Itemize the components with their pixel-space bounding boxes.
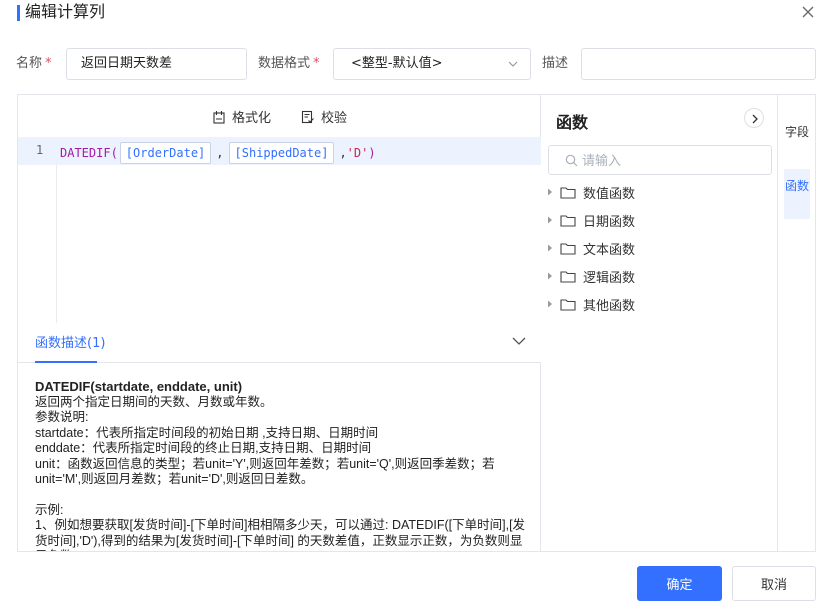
string-token: 'D' bbox=[346, 146, 369, 160]
function-panel: 函数 数值函数 bbox=[541, 95, 777, 551]
title-accent-bar bbox=[17, 5, 20, 21]
separator-token: , bbox=[216, 146, 224, 160]
category-logic-functions[interactable]: 逻辑函数 bbox=[546, 262, 772, 290]
category-label: 文本函数 bbox=[583, 242, 636, 258]
category-label: 其他函数 bbox=[583, 298, 636, 314]
name-label: 名称 * bbox=[16, 56, 52, 71]
function-category-list: 数值函数 日期函数 文本函数 逻辑函数 其他函数 bbox=[546, 178, 772, 318]
tab-fields[interactable]: 字段 bbox=[784, 119, 810, 145]
folder-icon bbox=[560, 214, 576, 227]
folder-icon bbox=[560, 242, 576, 255]
name-input[interactable]: 返回日期天数差 bbox=[66, 48, 247, 80]
example-text: 1、例如想要获取[发货时间]-[下单时间]相相隔多少天，可以通过: DATEDI… bbox=[35, 518, 526, 551]
code-editor[interactable]: 1 DATEDIF( [OrderDate] , [ShippedDate] ,… bbox=[18, 137, 541, 323]
tab-functions[interactable]: 函数 bbox=[784, 169, 810, 219]
description-line: startdate：代表所指定时间段的初始日期 ,支持日期、日期时间 bbox=[35, 425, 379, 440]
function-search[interactable] bbox=[548, 145, 772, 175]
caret-right-icon bbox=[548, 272, 552, 280]
format-select[interactable]: <整型-默认值> bbox=[333, 48, 531, 80]
format-code-label: 格式化 bbox=[232, 111, 272, 126]
chevron-right-icon bbox=[752, 114, 758, 124]
required-mark: * bbox=[313, 56, 320, 71]
required-mark: * bbox=[45, 56, 52, 71]
format-icon bbox=[213, 110, 225, 124]
function-panel-title: 函数 bbox=[556, 113, 589, 132]
description-line: unit：函数返回信息的类型；若unit='Y',则返回年差数；若unit='Q… bbox=[35, 456, 495, 487]
format-label: 数据格式 * bbox=[258, 56, 320, 71]
verify-icon bbox=[301, 110, 314, 123]
confirm-button[interactable]: 确定 bbox=[637, 566, 722, 601]
close-icon bbox=[802, 6, 814, 18]
verify-button[interactable]: 校验 bbox=[301, 107, 347, 126]
formula-code: DATEDIF( [OrderDate] , [ShippedDate] , '… bbox=[60, 142, 376, 164]
verify-label: 校验 bbox=[321, 111, 348, 126]
function-signature: DATEDIF(startdate, enddate, unit) bbox=[35, 379, 243, 394]
formula-editor-pane: 格式化 校验 1 DATEDIF( [OrderDate] , [Shipped… bbox=[18, 95, 541, 551]
cancel-button[interactable]: 取消 bbox=[732, 566, 816, 601]
folder-icon bbox=[560, 298, 576, 311]
code-line[interactable]: 1 DATEDIF( [OrderDate] , [ShippedDate] ,… bbox=[18, 137, 541, 165]
description-line: 参数说明: bbox=[35, 410, 89, 424]
close-button[interactable] bbox=[800, 4, 816, 20]
function-search-input[interactable] bbox=[582, 150, 762, 172]
format-code-button[interactable]: 格式化 bbox=[212, 107, 271, 126]
field-token-order-date[interactable]: [OrderDate] bbox=[119, 142, 212, 164]
caret-right-icon bbox=[548, 188, 552, 196]
field-token-shipped-date[interactable]: [ShippedDate] bbox=[228, 142, 335, 164]
caret-right-icon bbox=[548, 300, 552, 308]
search-icon bbox=[565, 154, 578, 167]
function-description-body: DATEDIF(startdate, enddate, unit) 返回两个指定… bbox=[35, 379, 529, 551]
category-numeric-functions[interactable]: 数值函数 bbox=[546, 178, 772, 206]
line-number: 1 bbox=[36, 143, 44, 157]
format-select-value: <整型-默认值> bbox=[351, 56, 443, 71]
category-other-functions[interactable]: 其他函数 bbox=[546, 290, 772, 318]
example-label: 示例: bbox=[35, 502, 64, 517]
description-input[interactable] bbox=[581, 48, 816, 80]
edit-computed-column-dialog: 编辑计算列 名称 * 返回日期天数差 数据格式 * <整型-默认值> 描述 格式… bbox=[0, 0, 830, 609]
category-label: 日期函数 bbox=[583, 214, 636, 230]
category-label: 数值函数 bbox=[583, 186, 636, 202]
collapse-description-button[interactable] bbox=[511, 335, 527, 347]
form-row: 名称 * 返回日期天数差 数据格式 * <整型-默认值> 描述 bbox=[0, 48, 830, 80]
description-line: 返回两个指定日期间的天数、月数或年数。 bbox=[35, 394, 273, 409]
active-tab-indicator bbox=[35, 361, 97, 363]
description-label: 描述 bbox=[542, 56, 569, 71]
dialog-header: 编辑计算列 bbox=[0, 0, 830, 30]
close-paren-token: ) bbox=[368, 146, 376, 160]
category-date-functions[interactable]: 日期函数 bbox=[546, 206, 772, 234]
main-panel: 格式化 校验 1 DATEDIF( [OrderDate] , [Shipped… bbox=[17, 94, 816, 552]
description-line: enddate：代表所指定时间段的终止日期,支持日期、日期时间 bbox=[35, 441, 372, 455]
expand-panel-button[interactable] bbox=[744, 108, 764, 128]
chevron-down-icon bbox=[508, 61, 518, 67]
chevron-down-icon bbox=[512, 337, 526, 345]
description-header: 函数描述(1) bbox=[18, 323, 541, 363]
dialog-title: 编辑计算列 bbox=[25, 2, 106, 21]
caret-right-icon bbox=[548, 244, 552, 252]
editor-toolbar: 格式化 校验 bbox=[18, 95, 541, 137]
function-token: DATEDIF( bbox=[60, 146, 118, 160]
caret-right-icon bbox=[548, 216, 552, 224]
folder-icon bbox=[560, 270, 576, 283]
separator-token: , bbox=[339, 146, 347, 160]
category-text-functions[interactable]: 文本函数 bbox=[546, 234, 772, 262]
tab-function-description[interactable]: 函数描述(1) bbox=[35, 336, 105, 352]
side-tab-bar: 字段 函数 bbox=[777, 95, 815, 551]
folder-icon bbox=[560, 186, 576, 199]
category-label: 逻辑函数 bbox=[583, 270, 636, 286]
